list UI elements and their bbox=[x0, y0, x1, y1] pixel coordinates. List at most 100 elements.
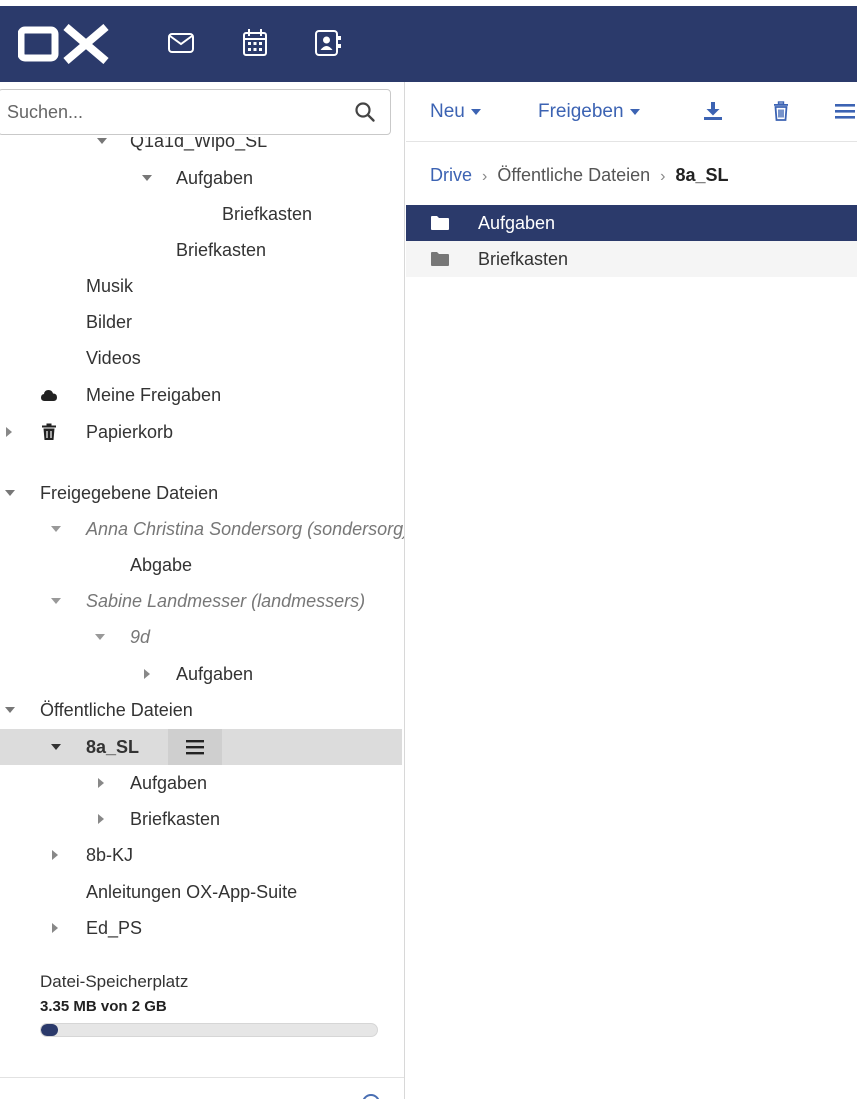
quota-progress-bar bbox=[40, 1023, 378, 1037]
caret-down-icon[interactable] bbox=[50, 583, 64, 619]
caret-right-icon[interactable] bbox=[50, 910, 64, 946]
caret-down-icon[interactable] bbox=[4, 475, 18, 511]
tree-item-label: Musik bbox=[86, 276, 134, 296]
tree-item-aufgaben[interactable]: Aufgaben bbox=[0, 656, 402, 692]
tree-item-shared-user[interactable]: Anna Christina Sondersorg (sondersorg) bbox=[0, 511, 405, 547]
breadcrumb-separator: › bbox=[660, 168, 666, 185]
caret-down-icon[interactable] bbox=[50, 729, 64, 765]
tree-item-label: Freigegebene Dateien bbox=[40, 483, 219, 503]
new-label: Neu bbox=[430, 101, 465, 122]
tree-item-oeffentliche-dateien[interactable]: Öffentliche Dateien bbox=[0, 692, 402, 728]
tree-item-label: Sabine Landmesser (landmessers) bbox=[86, 591, 366, 611]
caret-right-icon[interactable] bbox=[96, 765, 110, 801]
caret-down-icon[interactable] bbox=[141, 160, 155, 196]
help-icon[interactable] bbox=[362, 1094, 380, 1099]
tree-item-label: Papierkorb bbox=[86, 422, 174, 442]
quota-usage-text: 3.35 MB von 2 GB bbox=[40, 998, 167, 1015]
folder-context-menu-button[interactable] bbox=[168, 729, 222, 765]
tree-item-bilder[interactable]: Bilder bbox=[0, 304, 402, 340]
search-input[interactable] bbox=[7, 90, 337, 134]
search-icon[interactable] bbox=[354, 101, 376, 123]
tree-item-label: Aufgaben bbox=[176, 168, 254, 188]
tree-item-aufgaben[interactable]: Aufgaben bbox=[0, 765, 402, 801]
ox-logo-icon bbox=[18, 24, 109, 64]
calendar-icon[interactable] bbox=[240, 26, 270, 60]
quota-title: Datei-Speicherplatz bbox=[40, 972, 189, 991]
ox-logo[interactable] bbox=[18, 24, 110, 64]
caret-down-icon[interactable] bbox=[96, 137, 110, 159]
tree-item-label: Bilder bbox=[86, 312, 133, 332]
tree-item-briefkasten[interactable]: Briefkasten bbox=[0, 801, 402, 837]
tree-item-label: Aufgaben bbox=[130, 773, 208, 793]
tree-item-label: Videos bbox=[86, 348, 141, 368]
tree-item-abgabe[interactable]: Abgabe bbox=[0, 547, 402, 583]
folder-tree: Q1a1d_Wipo_SL Aufgaben Briefkasten Brief… bbox=[0, 137, 405, 987]
drive-main-panel: Neu Freigeben Drive › Öffentliche Dateien ›… bbox=[406, 82, 857, 1099]
tree-item-label: Meine Freigaben bbox=[86, 385, 222, 405]
tree-item-briefkasten[interactable]: Briefkasten bbox=[0, 232, 402, 268]
caret-down-icon bbox=[470, 108, 481, 115]
file-list-item-briefkasten[interactable]: Briefkasten bbox=[406, 241, 857, 277]
menu-icon[interactable] bbox=[834, 100, 856, 122]
tree-item-label: 8a_SL bbox=[86, 737, 140, 757]
tree-item-label: Anna Christina Sondersorg (sondersorg) bbox=[86, 519, 405, 539]
new-dropdown-button[interactable]: Neu bbox=[430, 82, 481, 142]
trash-icon[interactable] bbox=[770, 100, 792, 122]
tree-item-clipped[interactable]: Q1a1d_Wipo_SL bbox=[0, 137, 402, 159]
caret-right-icon[interactable] bbox=[50, 837, 64, 873]
folder-sidebar: Q1a1d_Wipo_SL Aufgaben Briefkasten Brief… bbox=[0, 82, 405, 1099]
search-box bbox=[0, 89, 391, 135]
breadcrumb: Drive › Öffentliche Dateien › 8a_SL bbox=[430, 160, 728, 190]
tree-item-label: 8b-KJ bbox=[86, 845, 134, 865]
tree-item-freigegebene-dateien[interactable]: Freigegebene Dateien bbox=[0, 475, 402, 511]
caret-down-icon[interactable] bbox=[94, 619, 108, 655]
hamburger-menu-icon bbox=[186, 740, 204, 755]
tree-item-label: Abgabe bbox=[130, 555, 193, 575]
tree-item-shared-user[interactable]: Sabine Landmesser (landmessers) bbox=[0, 583, 402, 619]
breadcrumb-public-files[interactable]: Öffentliche Dateien bbox=[497, 165, 650, 185]
trash-icon bbox=[40, 423, 58, 441]
tree-item-videos[interactable]: Videos bbox=[0, 340, 402, 376]
tree-item-label: Öffentliche Dateien bbox=[40, 700, 193, 720]
tree-item-8b-kj[interactable]: 8b-KJ bbox=[0, 837, 402, 873]
breadcrumb-separator: › bbox=[482, 168, 488, 185]
mail-icon[interactable] bbox=[166, 26, 196, 60]
quota-progress-fill bbox=[41, 1024, 58, 1036]
cloud-icon bbox=[40, 386, 58, 404]
tree-item-label: Q1a1d_Wipo_SL bbox=[130, 137, 268, 151]
download-icon[interactable] bbox=[702, 100, 724, 122]
tree-item-label: Briefkasten bbox=[176, 240, 267, 260]
breadcrumb-current-folder: 8a_SL bbox=[675, 165, 729, 185]
file-name: Briefkasten bbox=[478, 249, 569, 269]
file-list-item-aufgaben[interactable]: Aufgaben bbox=[406, 205, 857, 241]
contacts-icon[interactable] bbox=[312, 26, 342, 60]
folder-icon bbox=[430, 250, 450, 268]
share-dropdown-button[interactable]: Freigeben bbox=[538, 82, 640, 142]
caret-down-icon[interactable] bbox=[4, 692, 18, 728]
sidebar-divider bbox=[0, 1077, 404, 1078]
tree-item-label: Ed_PS bbox=[86, 918, 143, 938]
tree-item-label: Briefkasten bbox=[130, 809, 221, 829]
tree-item-8a-sl[interactable]: 8a_SL bbox=[0, 729, 402, 765]
toolbar: Neu Freigeben bbox=[406, 82, 857, 142]
breadcrumb-drive-link[interactable]: Drive bbox=[430, 165, 472, 185]
tree-item-papierkorb[interactable]: Papierkorb bbox=[0, 414, 402, 450]
caret-right-icon[interactable] bbox=[96, 801, 110, 837]
share-label: Freigeben bbox=[538, 101, 624, 122]
tree-item-anleitungen[interactable]: Anleitungen OX-App-Suite bbox=[0, 874, 402, 910]
top-navigation-bar bbox=[0, 0, 857, 82]
tree-item-briefkasten[interactable]: Briefkasten bbox=[0, 196, 402, 232]
tree-item-musik[interactable]: Musik bbox=[0, 268, 402, 304]
caret-down-icon[interactable] bbox=[50, 511, 64, 547]
folder-icon bbox=[430, 214, 450, 232]
caret-right-icon[interactable] bbox=[142, 656, 156, 692]
caret-right-icon[interactable] bbox=[4, 414, 18, 450]
tree-item-meine-freigaben[interactable]: Meine Freigaben bbox=[0, 377, 402, 413]
tree-item-ed-ps[interactable]: Ed_PS bbox=[0, 910, 402, 946]
caret-down-icon bbox=[629, 108, 640, 115]
tree-item-label: Aufgaben bbox=[176, 664, 254, 684]
tree-item-9d[interactable]: 9d bbox=[0, 619, 402, 655]
tree-item-aufgaben[interactable]: Aufgaben bbox=[0, 160, 402, 196]
tree-item-label: Briefkasten bbox=[222, 204, 313, 224]
tree-item-label: 9d bbox=[130, 627, 151, 647]
